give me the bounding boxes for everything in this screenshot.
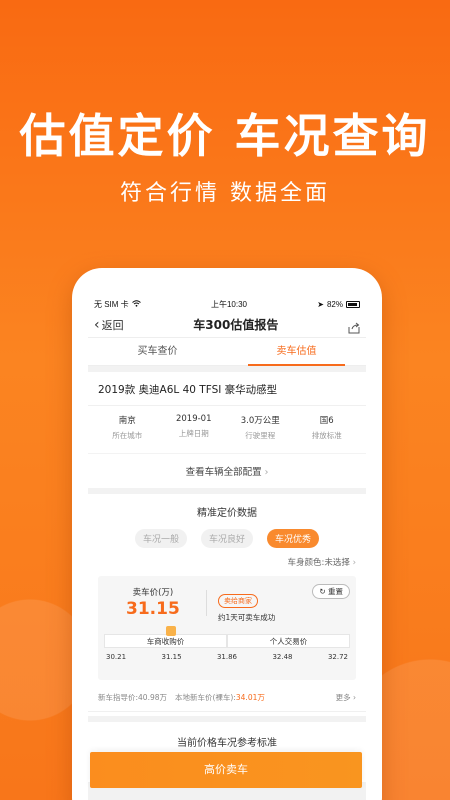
spec-value: 国6	[319, 416, 334, 426]
status-bar: 无 SIM 卡 上午10:30 ➤ 82%	[88, 296, 366, 312]
location-icon: ➤	[317, 299, 324, 309]
spec-value: 南京	[118, 416, 136, 426]
reset-button[interactable]: ↻ 重置	[312, 584, 350, 599]
tick-label: 30.21	[106, 653, 127, 661]
body-color-label: 车身颜色:未选择	[287, 558, 350, 568]
page-title: 车300估值报告	[193, 318, 279, 332]
spec-reg-date: 2019-01 上牌日期	[161, 414, 228, 441]
refresh-icon: ↻	[319, 587, 326, 596]
hero-subline: 符合行情 数据全面	[120, 181, 330, 206]
more-label: 更多	[335, 693, 351, 702]
share-icon[interactable]	[348, 319, 360, 333]
chevron-left-icon: ‹	[94, 316, 100, 333]
view-config-link[interactable]: 查看车辆全部配置 ›	[88, 453, 366, 488]
merchant-block: 卖给商家 约1天可卖车成功	[218, 588, 275, 623]
app-screen: 无 SIM 卡 上午10:30 ➤ 82% ‹ 返回 车300估值报告 买车查价…	[88, 296, 366, 800]
guide-price: 新车指导价:40.98万	[98, 693, 167, 702]
car-specs: 南京 所在城市 2019-01 上牌日期 3.0万公里 行驶里程 国6 排放标准	[88, 406, 366, 447]
pricing-card: 精准定价数据 车况一般 车况良好 车况优秀 车身颜色:未选择 › 卖车价(万) …	[88, 494, 366, 716]
more-link[interactable]: 更多 ›	[336, 692, 356, 703]
spec-label: 所在城市	[112, 431, 143, 440]
spec-value: 2019-01	[175, 414, 212, 424]
back-label: 返回	[101, 318, 124, 332]
chevron-right-icon: ›	[353, 693, 356, 702]
merchant-badge: 卖给商家	[218, 594, 258, 608]
tab-buy-price[interactable]: 买车查价	[88, 338, 227, 365]
local-price-value: 34.01万	[235, 693, 265, 702]
sell-price-label: 卖车价(万)	[132, 588, 174, 598]
hero-headline: 估值定价 车况查询	[19, 109, 431, 163]
tab-bar: 买车查价 卖车估值	[88, 338, 366, 366]
sell-price-block: 卖车价(万) 31.15	[126, 586, 180, 619]
body-color-select[interactable]: 车身颜色:未选择 ›	[88, 548, 366, 574]
price-box: 卖车价(万) 31.15 卖给商家 约1天可卖车成功 ↻ 重置 车商收购价 个人…	[98, 576, 356, 680]
nav-bar: ‹ 返回 车300估值报告	[88, 312, 366, 338]
tick-label: 31.15	[161, 653, 182, 661]
spec-city: 南京 所在城市	[94, 414, 161, 441]
spec-label: 行驶里程	[245, 431, 276, 440]
car-title: 2019款 奥迪A6L 40 TFSI 豪华动感型	[88, 372, 366, 406]
condition-excellent-pill[interactable]: 车况优秀	[267, 529, 320, 548]
tick-label: 32.72	[327, 653, 348, 661]
chevron-right-icon: ›	[352, 558, 356, 568]
spec-label: 排放标准	[311, 431, 342, 440]
pricing-section-title: 精准定价数据	[197, 508, 257, 519]
guide-price-row: 新车指导价:40.98万 本地新车价(裸车): 34.01万 更多 ›	[88, 680, 366, 712]
reference-title: 当前价格车况参考标准	[177, 738, 277, 749]
battery-icon	[345, 300, 360, 308]
tab-sell-valuation[interactable]: 卖车估值	[227, 338, 366, 366]
condition-selector: 车况一般 车况良好 车况优秀	[88, 529, 366, 548]
tick-label: 32.48	[272, 653, 293, 661]
dealer-buy-segment: 车商收购价	[104, 634, 227, 648]
tick-label: 31.86	[216, 653, 238, 661]
sell-high-button[interactable]: 高价卖车	[90, 752, 362, 788]
condition-fair-pill[interactable]: 车况一般	[134, 529, 187, 548]
spec-emission: 国6 排放标准	[294, 414, 361, 441]
status-time: 上午10:30	[210, 299, 247, 309]
sell-price-value: 31.15	[126, 599, 180, 619]
price-scale: 车商收购价 个人交易价 30.21 31.15 31.86 32.48 32.7…	[104, 626, 350, 661]
back-button[interactable]: ‹ 返回	[94, 317, 124, 333]
spec-mileage: 3.0万公里 行驶里程	[227, 414, 294, 441]
price-marker-icon[interactable]	[166, 626, 176, 636]
spec-value: 3.0万公里	[240, 416, 280, 426]
merchant-note: 约1天可卖车成功	[218, 613, 276, 622]
private-trade-segment: 个人交易价	[227, 634, 350, 648]
chevron-right-icon: ›	[264, 467, 269, 478]
price-scale-bar: 车商收购价 个人交易价	[104, 626, 350, 648]
divider	[206, 590, 207, 616]
spec-label: 上牌日期	[178, 429, 209, 438]
phone-mockup: 无 SIM 卡 上午10:30 ➤ 82% ‹ 返回 车300估值报告 买车查价…	[72, 268, 382, 800]
reset-label: 重置	[328, 587, 343, 596]
config-link-label: 查看车辆全部配置	[185, 467, 262, 478]
battery-percent: 82%	[326, 299, 343, 309]
local-price-label: 本地新车价(裸车):	[175, 693, 236, 702]
condition-good-pill[interactable]: 车况良好	[200, 529, 253, 548]
carrier-label: 无 SIM 卡	[94, 299, 129, 309]
wifi-icon	[131, 299, 141, 309]
price-scale-ticks: 30.21 31.15 31.86 32.48 32.72	[104, 653, 350, 661]
car-info-card: 2019款 奥迪A6L 40 TFSI 豪华动感型 南京 所在城市 2019-0…	[88, 372, 366, 488]
